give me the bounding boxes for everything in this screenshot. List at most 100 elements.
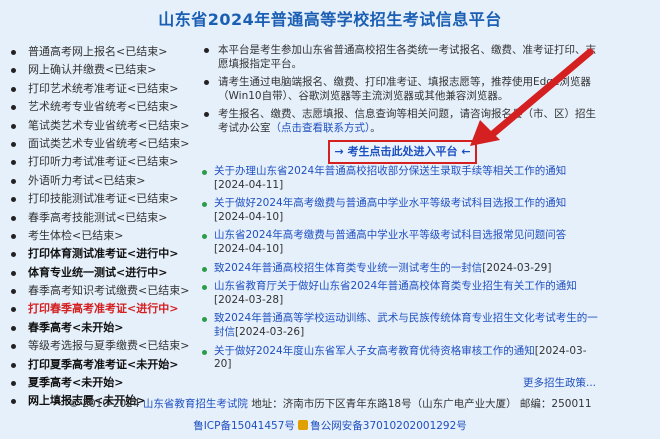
notice-title-link[interactable]: 山东省2024年高考缴费与普通高中学业水平等级考试科目选报常见问题问答 [214,229,566,241]
process-item-label: 打印听力考试准考证<已结束> [28,155,179,169]
bullet-icon [11,325,16,331]
info-item: 考生报名、缴费、志愿填报、信息查询等相关问题，请咨询报名县（市、区）招生考试办公… [200,107,600,135]
bullet-icon [11,178,16,184]
process-item-label: 打印技能测试准考证<已结束> [28,192,179,206]
process-item-label: 打印春季高考准考证<进行中> [28,302,179,316]
notice-title-link[interactable]: 关于做好2024年度山东省军人子女高考教育优待资格审核工作的通知 [214,345,535,357]
process-list: 普通高考网上报名<已结束> 网上确认并缴费<已结束> 打印艺术统考准考证<已结束> 艺… [8,43,200,411]
process-item-label: 体育专业统一测试<进行中> [28,265,168,279]
address-text: 地址：济南市历下区青年东路18号（山东广电产业大厦） 邮编：250011 [251,398,592,410]
notice-title-link[interactable]: 关于办理山东省2024年普通高校招收部分保送生录取手续等相关工作的通知 [214,165,566,177]
bullet-icon [204,80,209,85]
bullet-icon [11,362,16,368]
process-item-label: 打印夏季高考准考证<未开始> [28,357,179,371]
bullet-icon [11,344,16,350]
notice-title-link[interactable]: 关于做好2024年高考缴费与普通高中学业水平等级考试科目选报工作的通知 [214,197,566,209]
info-text: 本平台是考生参加山东省普通高校招生各类统一考试报名、缴费、准考证打印、志愿填报指… [218,44,596,70]
process-item[interactable]: 体育专业统一测试<进行中> [8,264,200,282]
notice-date: [2024-04-10] [214,210,284,223]
process-item[interactable]: 打印春季高考准考证<进行中> [8,300,200,318]
bullet-icon [204,112,209,117]
process-item[interactable]: 笔试类艺术专业省统考<已结束> [8,117,200,135]
process-item[interactable]: 打印艺术统考准考证<已结束> [8,80,200,98]
process-item[interactable]: 普通高考网上报名<已结束> [8,43,200,61]
process-item-label: 艺术统考专业省统考<已结束> [28,100,179,114]
process-item[interactable]: 打印夏季高考准考证<未开始> [8,356,200,374]
process-item[interactable]: 艺术统考专业省统考<已结束> [8,98,200,116]
process-item-label: 考生体检<已结束> [28,228,124,242]
bullet-icon [202,202,207,208]
footer-registration: 鲁ICP备15041457号 鲁公网安备37010202001292号 [0,418,660,433]
info-item: 本平台是考生参加山东省普通高校招生各类统一考试报名、缴费、准考证打印、志愿填报指… [200,43,600,71]
process-item-label: 春季高考知识考试缴费<已结束> [28,284,190,298]
bullet-icon [11,270,16,276]
bullet-icon [204,48,209,53]
process-item-label: 笔试类艺术专业省统考<已结束> [28,118,190,132]
contact-link[interactable]: （点击查看联系方式） [271,122,371,134]
process-item[interactable]: 春季高考<未开始> [8,319,200,337]
notice-item: 致2024年普通高校招生体育类专业统一测试考生的一封信[2024-03-29] [200,262,600,276]
bullet-icon [11,123,16,129]
process-item-label: 春季高考<未开始> [28,320,124,334]
process-item[interactable]: 网上确认并缴费<已结束> [8,61,200,79]
bullet-icon [11,289,16,295]
footer-info: © 2010-2024 山东省教育招生考试院 地址：济南市历下区青年东路18号（… [0,396,660,411]
bullet-icon [11,307,16,313]
process-item-label: 外语听力考试<已结束> [28,173,146,187]
info-item: 请考生通过电脑端报名、缴费、打印准考证、填报志愿等，推荐使用Edge浏览器（Wi… [200,75,600,103]
bullet-icon [11,50,16,55]
notice-date: [2024-03-26] [235,325,305,338]
bullet-icon [202,285,207,291]
notice-date: [2024-03-28] [214,293,284,306]
process-item-label: 等级考选报与夏季缴费<已结束> [28,339,190,353]
bullet-icon [202,170,207,175]
icp-link[interactable]: 鲁ICP备15041457号 [193,420,295,432]
bullet-icon [11,215,16,221]
process-item[interactable]: 打印体育测试准考证<进行中> [8,245,200,263]
process-item[interactable]: 考生体检<已结束> [8,227,200,245]
intro-section: 本平台是考生参加山东省普通高校招生各类统一考试报名、缴费、准考证打印、志愿填报指… [200,43,600,139]
notice-date: [2024-03-29] [482,261,552,274]
bullet-icon [11,68,16,74]
bullet-icon [11,141,16,147]
police-link[interactable]: 鲁公网安备37010202001292号 [310,420,467,432]
process-item[interactable]: 打印听力考试准考证<已结束> [8,153,200,171]
notice-date: [2024-04-10] [214,242,284,255]
bullet-icon [11,252,16,258]
notice-title-link[interactable]: 致2024年普通高校招生体育类专业统一测试考生的一封信 [214,262,482,274]
bullet-icon [11,86,16,92]
process-item[interactable]: 外语听力考试<已结束> [8,172,200,190]
bullet-icon [202,317,207,323]
notice-item: 关于做好2024年度山东省军人子女高考教育优待资格审核工作的通知[2024-03… [200,345,600,372]
bullet-icon [11,105,16,111]
notice-title-link[interactable]: 山东省教育厅关于做好山东省2024年普通高校体育类专业招生有关工作的通知 [214,280,577,292]
process-item[interactable]: 打印技能测试准考证<已结束> [8,190,200,208]
bullet-icon [11,197,16,203]
process-item[interactable]: 等级考选报与夏季缴费<已结束> [8,337,200,355]
process-item[interactable]: 春季高考技能测试<已结束> [8,209,200,227]
process-item-label: 打印体育测试准考证<进行中> [28,247,179,261]
process-item[interactable]: 面试类艺术专业省统考<已结束> [8,135,200,153]
process-item-label: 面试类艺术专业省统考<已结束> [28,136,190,150]
notice-date: [2024-04-11] [214,178,284,191]
notice-list: 关于办理山东省2024年普通高校招收部分保送生录取手续等相关工作的通知[2024… [200,165,600,377]
process-item-label: 网上确认并缴费<已结束> [28,63,157,77]
police-badge-icon [298,420,309,430]
info-text-end: 。 [370,122,381,134]
more-policies-link[interactable]: 更多招生政策... [523,375,596,390]
notice-item: 关于做好2024年高考缴费与普通高中学业水平等级考试科目选报工作的通知[2024… [200,197,600,224]
bullet-icon [202,266,207,272]
process-item[interactable]: 春季高考知识考试缴费<已结束> [8,282,200,300]
info-text: 请考生通过电脑端报名、缴费、打印准考证、填报志愿等，推荐使用Edge浏览器（Wi… [218,76,591,102]
process-item-label: 春季高考技能测试<已结束> [28,210,168,224]
copyright-text: © 2010-2024 [68,398,140,410]
bullet-icon [11,233,16,239]
bullet-icon [11,381,16,387]
page-title: 山东省2024年普通高等学校招生考试信息平台 [158,10,502,29]
enter-platform-button[interactable]: → 考生点击此处进入平台 ← [328,140,477,164]
notice-item: 山东省教育厅关于做好山东省2024年普通高校体育类专业招生有关工作的通知[202… [200,280,600,307]
notice-item: 山东省2024年高考缴费与普通高中学业水平等级考试科目选报常见问题问答[2024… [200,229,600,256]
process-item[interactable]: 夏季高考<未开始> [8,374,200,392]
bullet-icon [202,349,207,355]
org-link[interactable]: 山东省教育招生考试院 [143,398,248,410]
